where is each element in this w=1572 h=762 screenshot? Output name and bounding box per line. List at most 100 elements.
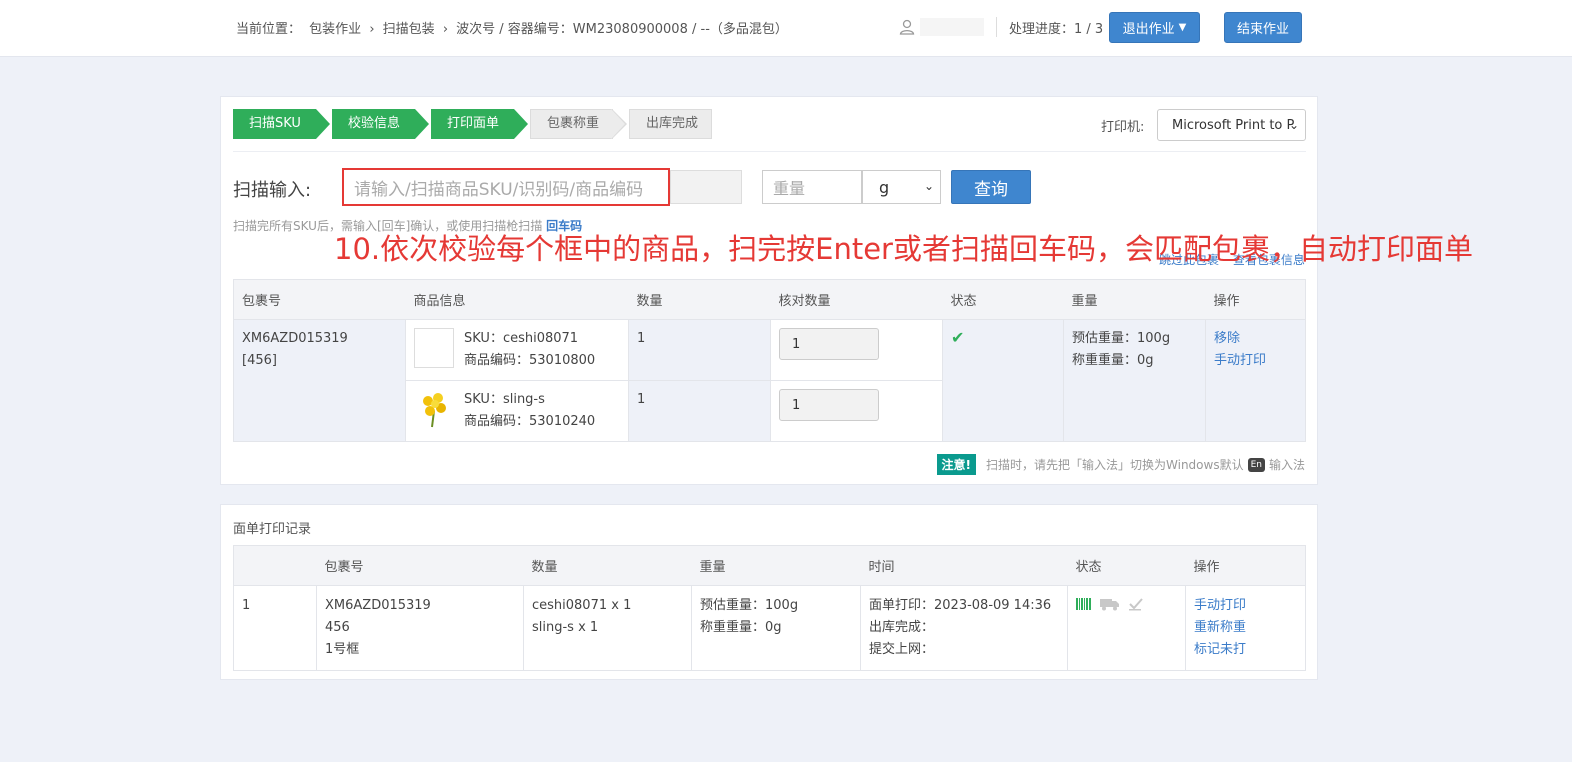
scan-input[interactable]: 请输入/扫描商品SKU/识别码/商品编码 (342, 168, 670, 206)
divider (233, 151, 1306, 152)
breadcrumb-item-scan-pack[interactable]: 扫描包装 (383, 22, 435, 37)
exit-job-label: 退出作业 (1122, 22, 1175, 37)
record-weight-cell: 预估重量：100g 称重重量：0g (691, 585, 861, 671)
input-method-notice: 注意! 扫描时，请先把「输入法」切换为Windows默认 En 输入法 (936, 454, 1305, 475)
scan-input-addon (670, 170, 742, 204)
package-number-cell: XM6AZD015319 [456] (233, 319, 406, 442)
print-records-panel: 面单打印记录 包裹号 数量 重量 时间 状态 操作 1 XM6AZD015319… (220, 504, 1318, 680)
end-job-button[interactable]: 结束作业 (1224, 12, 1302, 43)
column-header: 状态 (1067, 545, 1186, 586)
query-button[interactable]: 查询 (951, 170, 1031, 204)
product-code: 商品编码：53010240 (464, 414, 596, 429)
chevron-down-icon: ⌄ (923, 179, 934, 193)
user-name (920, 18, 984, 36)
notice-text: 扫描时，请先把「输入法」切换为Windows默认 (986, 458, 1244, 472)
manual-print-link[interactable]: 手动打印 (1194, 595, 1297, 617)
quantity-cell: 1 (628, 319, 771, 381)
record-index: 1 (233, 585, 317, 671)
step-print-label: 打印面单 (431, 109, 528, 139)
column-header: 时间 (860, 545, 1068, 586)
weight-input-placeholder: 重量 (773, 179, 806, 198)
scan-input-label: 扫描输入: (233, 180, 312, 201)
check-quantity-input[interactable]: 1 (779, 389, 879, 421)
column-header: 数量 (628, 279, 771, 320)
step-outbound-complete: 出库完成 (629, 109, 712, 139)
breadcrumb-prefix: 当前位置： (236, 22, 302, 37)
column-header: 数量 (523, 545, 692, 586)
weight-input[interactable]: 重量 (762, 170, 862, 204)
actions-cell: 移除 手动打印 (1205, 319, 1306, 442)
record-package-cell: XM6AZD015319 456 1号框 (316, 585, 524, 671)
check-quantity-cell: 1 (770, 380, 943, 442)
package-table: 包裹号 商品信息 数量 核对数量 状态 重量 操作 XM6AZD015319 [… (233, 279, 1306, 442)
step-indicator: 扫描SKU 校验信息 打印面单 包裹称重 出库完成 (233, 109, 712, 139)
remove-link[interactable]: 移除 (1214, 331, 1240, 346)
product-image (414, 389, 454, 429)
record-quantity-cell: ceshi08071 x 1 sling-s x 1 (523, 585, 692, 671)
product-code: 商品编码：53010800 (464, 353, 596, 368)
breadcrumb-item-packing[interactable]: 包装作业 (309, 22, 361, 37)
record-status-cell (1067, 585, 1186, 671)
tutorial-annotation: 10.依次校验每个框中的商品，扫完按Enter或者扫描回车码，会匹配包裹，自动打… (334, 232, 1473, 266)
product-sku: SKU：sling-s (464, 392, 545, 407)
table-row: XM6AZD015319 [456] SKU：ceshi08071 商品编码：5… (233, 319, 1306, 442)
weight-unit-select[interactable]: g ⌄ (862, 170, 941, 204)
column-header: 包裹号 (316, 545, 524, 586)
step-scan-sku: 扫描SKU (233, 109, 330, 139)
product-info-cell: SKU：ceshi08071 商品编码：53010800 (405, 319, 629, 381)
column-header (233, 545, 317, 586)
column-header: 操作 (1185, 545, 1306, 586)
product-info-cell: SKU：sling-s 商品编码：53010240 (405, 380, 629, 442)
printer-select[interactable]: Microsoft Print to P ⌄ (1157, 109, 1306, 141)
breadcrumb-separator: › (369, 22, 375, 37)
user-icon[interactable] (898, 18, 916, 36)
printer-selected-value: Microsoft Print to P (1172, 117, 1295, 133)
notice-suffix: 输入法 (1268, 458, 1305, 472)
column-header: 包裹号 (233, 279, 406, 320)
printer-label: 打印机: (1101, 120, 1145, 135)
notice-tag: 注意! (936, 454, 977, 475)
chevron-down-icon: ⌄ (1288, 118, 1299, 132)
product-image (414, 328, 454, 368)
breadcrumb-wave-info: 波次号 / 容器编号：WM23080900008 / --（多品混包） (456, 22, 788, 37)
top-bar: 当前位置： 包装作业 › 扫描包装 › 波次号 / 容器编号：WM2308090… (0, 0, 1572, 57)
table-row: 1 XM6AZD015319 456 1号框 ceshi08071 x 1 sl… (233, 585, 1306, 671)
weight-cell: 预估重量：100g 称重重量：0g (1063, 319, 1206, 442)
scan-input-placeholder: 请输入/扫描商品SKU/识别码/商品编码 (354, 179, 644, 200)
check-quantity-input[interactable]: 1 (779, 328, 879, 360)
record-time-cell: 面单打印：2023-08-09 14:36 出库完成： 提交上网： (860, 585, 1068, 671)
barcode-icon (1076, 597, 1092, 615)
breadcrumb: 当前位置： 包装作业 › 扫描包装 › 波次号 / 容器编号：WM2308090… (236, 18, 792, 37)
table-header-row: 包裹号 数量 重量 时间 状态 操作 (233, 545, 1306, 586)
column-header: 重量 (691, 545, 861, 586)
exit-job-button[interactable]: 退出作业 ▼ (1109, 12, 1200, 43)
check-icon: ✔ (951, 328, 965, 347)
step-weigh-package: 包裹称重 (530, 109, 627, 139)
breadcrumb-separator: › (442, 22, 449, 37)
divider (996, 17, 997, 37)
mark-unprinted-link[interactable]: 标记未打 (1194, 639, 1297, 661)
column-header: 重量 (1063, 279, 1206, 320)
estimated-weight: 预估重量：100g (1072, 331, 1171, 346)
quantity-cell: 1 (628, 380, 771, 442)
column-header: 状态 (942, 279, 1064, 320)
manual-print-link[interactable]: 手动打印 (1214, 353, 1266, 368)
package-sub: [456] (242, 353, 277, 368)
print-records-table: 包裹号 数量 重量 时间 状态 操作 1 XM6AZD015319 456 1号… (233, 545, 1306, 671)
status-cell: ✔ (942, 319, 1064, 442)
weight-unit-value: g (879, 177, 890, 197)
user-area: 处理进度：1 / 3 (898, 16, 1103, 38)
reweigh-link[interactable]: 重新称重 (1194, 617, 1297, 639)
check-quantity-cell: 1 (770, 319, 943, 381)
record-actions-cell: 手动打印 重新称重 标记未打 (1185, 585, 1306, 671)
column-header: 核对数量 (770, 279, 943, 320)
column-header: 商品信息 (405, 279, 629, 320)
scan-pack-panel: 扫描SKU 校验信息 打印面单 包裹称重 出库完成 打印机: Microsoft… (220, 96, 1318, 485)
print-records-title: 面单打印记录 (233, 522, 312, 537)
check-mark-icon (1128, 597, 1144, 615)
step-verify-info: 校验信息 (332, 109, 429, 139)
table-header-row: 包裹号 商品信息 数量 核对数量 状态 重量 操作 (233, 279, 1306, 320)
en-keyboard-icon: En (1247, 457, 1265, 472)
package-number: XM6AZD015319 (242, 331, 348, 346)
product-sku: SKU：ceshi08071 (464, 331, 579, 346)
